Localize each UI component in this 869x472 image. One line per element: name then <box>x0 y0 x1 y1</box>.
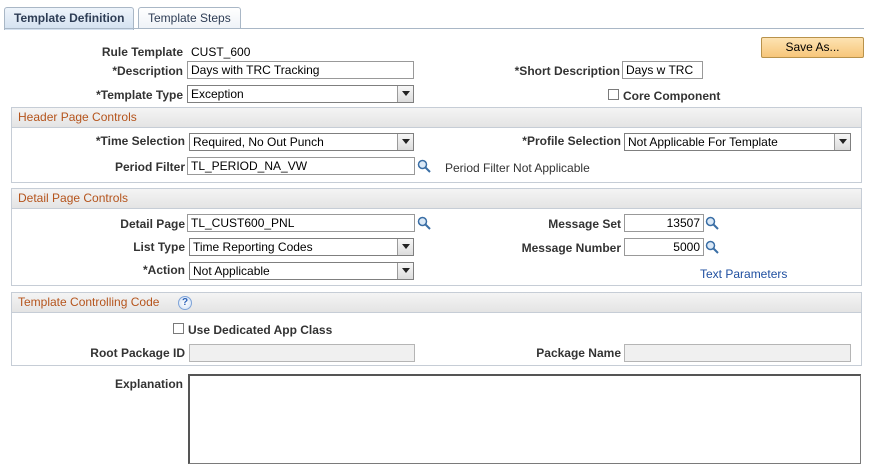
question-mark-icon[interactable]: ? <box>178 296 192 310</box>
header-page-controls-title: Header Page Controls <box>12 108 861 128</box>
chevron-down-icon <box>834 134 850 150</box>
use-dedicated-app-class-checkbox[interactable] <box>173 323 184 334</box>
message-number-label: Message Number <box>521 241 621 255</box>
explanation-textarea[interactable] <box>188 374 861 464</box>
message-set-field[interactable]: 13507 <box>624 214 704 232</box>
profile-selection-value: Not Applicable For Template <box>628 135 778 149</box>
use-dedicated-app-class-label: Use Dedicated App Class <box>188 323 333 337</box>
chevron-down-icon <box>397 263 413 279</box>
short-description-label: *Short Description <box>514 64 620 78</box>
action-label: *Action <box>143 263 185 277</box>
detail-page-label: Detail Page <box>120 217 185 231</box>
period-filter-label: Period Filter <box>114 160 185 174</box>
action-select[interactable]: Not Applicable <box>189 262 414 280</box>
template-type-label: *Template Type <box>96 88 183 102</box>
time-selection-select[interactable]: Required, No Out Punch <box>189 133 414 151</box>
magnifier-lookup-icon[interactable] <box>417 159 431 173</box>
message-set-label: Message Set <box>548 217 621 231</box>
detail-page-controls-title: Detail Page Controls <box>12 189 861 209</box>
profile-selection-select[interactable]: Not Applicable For Template <box>624 133 851 151</box>
short-description-field[interactable]: Days w TRC <box>622 61 703 79</box>
template-type-value: Exception <box>191 87 244 101</box>
template-controlling-code-label: Template Controlling Code <box>18 295 160 309</box>
core-component-checkbox[interactable] <box>608 89 619 100</box>
package-name-label: Package Name <box>536 346 621 360</box>
tab-template-steps[interactable]: Template Steps <box>138 7 241 29</box>
time-selection-value: Required, No Out Punch <box>193 135 324 149</box>
chevron-down-icon <box>397 134 413 150</box>
list-type-select[interactable]: Time Reporting Codes <box>189 238 414 256</box>
rule-template-label: Rule Template <box>101 45 183 59</box>
save-as-button[interactable]: Save As... <box>761 37 864 58</box>
explanation-label: Explanation <box>114 377 183 391</box>
template-type-select[interactable]: Exception <box>187 85 414 103</box>
message-number-field[interactable]: 5000 <box>624 238 704 256</box>
chevron-down-icon <box>397 239 413 255</box>
text-parameters-link[interactable]: Text Parameters <box>700 267 787 281</box>
root-package-id-field[interactable] <box>189 344 415 362</box>
period-filter-field[interactable]: TL_PERIOD_NA_VW <box>187 157 415 175</box>
chevron-down-icon <box>397 86 413 102</box>
tab-divider <box>4 28 864 29</box>
action-value: Not Applicable <box>193 264 270 278</box>
magnifier-lookup-icon[interactable] <box>705 240 719 254</box>
magnifier-lookup-icon[interactable] <box>705 216 719 230</box>
list-type-label: List Type <box>133 240 185 254</box>
core-component-label: Core Component <box>623 89 721 103</box>
description-label: *Description <box>112 64 183 78</box>
tab-template-definition[interactable]: Template Definition <box>4 7 135 30</box>
root-package-id-label: Root Package ID <box>90 346 185 360</box>
package-name-field[interactable] <box>624 344 851 362</box>
magnifier-lookup-icon[interactable] <box>417 216 431 230</box>
time-selection-label: *Time Selection <box>95 134 185 148</box>
template-controlling-code-title: Template Controlling Code <box>12 293 861 313</box>
list-type-value: Time Reporting Codes <box>193 240 313 254</box>
profile-selection-label: *Profile Selection <box>522 134 621 148</box>
description-field[interactable]: Days with TRC Tracking <box>187 61 414 79</box>
detail-page-field[interactable]: TL_CUST600_PNL <box>187 214 415 232</box>
rule-template-value: CUST_600 <box>191 45 251 59</box>
period-filter-description: Period Filter Not Applicable <box>445 161 590 175</box>
